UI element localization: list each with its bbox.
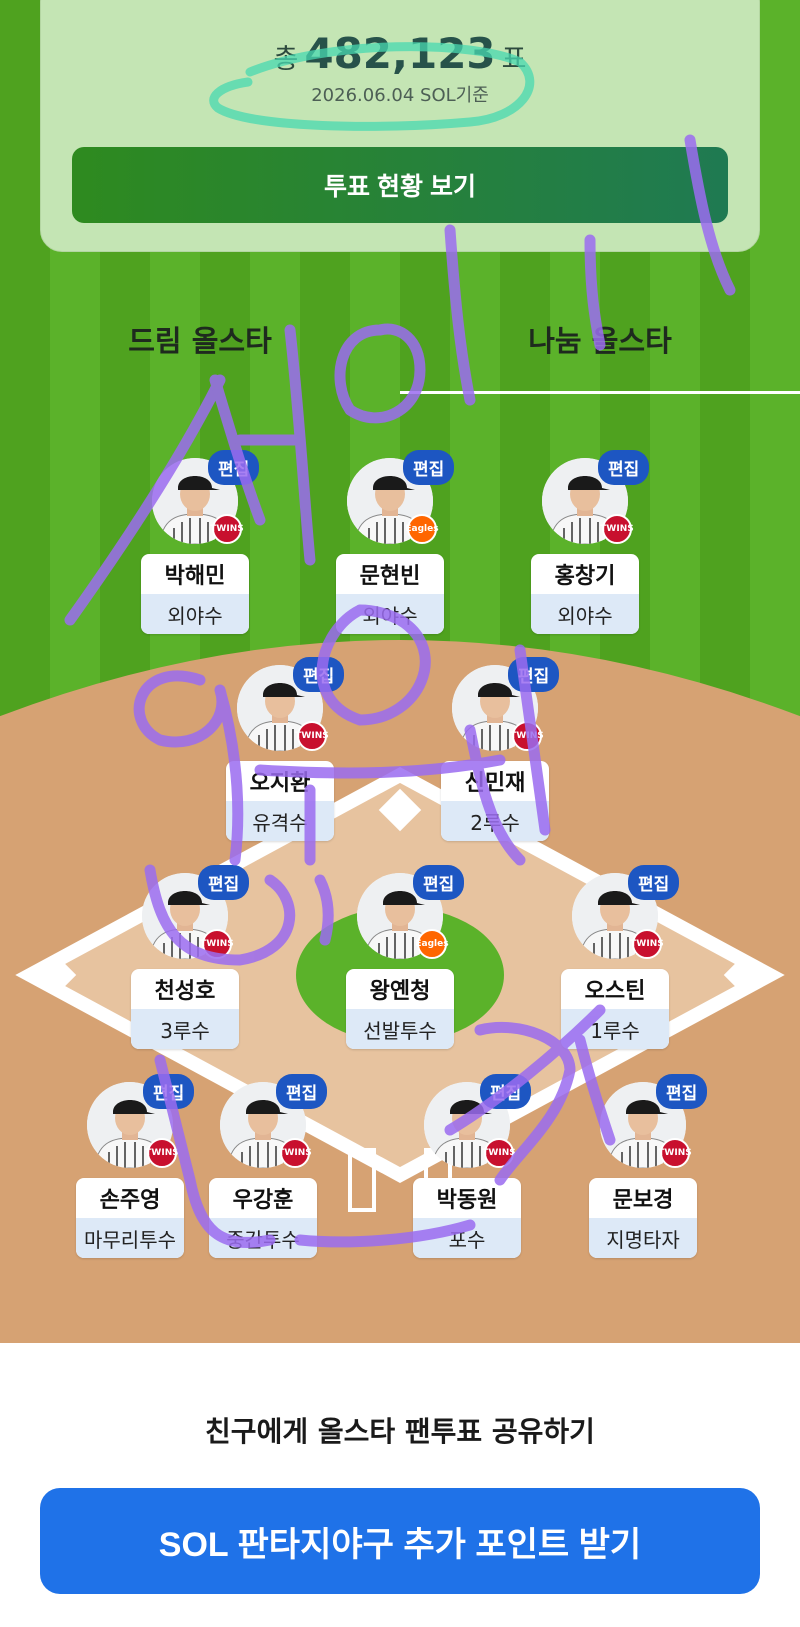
team-logo: TWINS [630,929,664,959]
player-name: 박동원 [436,1188,498,1213]
player-name: 손주영 [99,1188,161,1213]
player-name: 왕옌청 [369,979,431,1004]
edit-button[interactable]: 편집 [403,450,455,485]
player-position: 외야수 [141,594,249,634]
edit-button[interactable]: 편집 [198,865,250,900]
team-logo-text: TWINS [278,1148,312,1158]
team-logo: TWINS [658,1138,692,1168]
share-text[interactable]: 친구에게 올스타 팬투표 공유하기 [0,1410,800,1450]
edit-button[interactable]: 편집 [628,865,680,900]
date-note: 2026.06.04 SOL기준 [311,85,489,106]
tab-nanum-allstar[interactable]: 나눔 올스타 [400,318,800,360]
team-logo-text: Eagles [415,939,449,949]
edit-button[interactable]: 편집 [208,450,260,485]
team-logo: Eagles [405,514,439,544]
team-logo-text: TWINS [510,731,544,741]
player-name: 신민재 [464,771,526,796]
player-label: 천성호 3루수 [131,969,239,1049]
player-name: 천성호 [154,979,216,1004]
team-logo-text: TWINS [658,1148,692,1158]
edit-button[interactable]: 편집 [276,1074,328,1109]
team-logo-text: TWINS [630,939,664,949]
team-logo: Eagles [415,929,449,959]
team-logo-text: TWINS [145,1148,179,1158]
team-logo: TWINS [278,1138,312,1168]
edit-button[interactable]: 편집 [656,1074,708,1109]
team-logo-text: TWINS [482,1148,516,1158]
player-position: 외야수 [336,594,444,634]
team-logo-text: Eagles [405,524,439,534]
tab-selected-indicator [400,391,800,394]
player-label: 손주영마무리투수 [76,1178,184,1258]
stadium-area: 총 482,123 표 2026.06.04 SOL기준 투표 현황 보기 드림 올… [0,0,800,1343]
player-label: 문보경지명타자 [589,1178,697,1258]
team-logo: TWINS [210,514,244,544]
player-label: 신민재 2루수 [441,761,549,841]
player-label: 왕옌청선발투수 [346,969,454,1049]
total-prefix: 총 [273,44,299,75]
edit-button[interactable]: 편집 [508,657,560,692]
team-logo-text: TWINS [600,524,634,534]
total-votes-count: 482,123 [304,29,496,78]
tab-dream-allstar[interactable]: 드림 올스타 [0,318,400,360]
team-logo: TWINS [510,721,544,751]
player-position: 중간투수 [209,1218,317,1258]
total-suffix: 표 [501,44,527,75]
player-name: 우강훈 [232,1188,294,1213]
player-label: 박동원포수 [413,1178,521,1258]
player-label: 우강훈중간투수 [209,1178,317,1258]
player-position: 마무리투수 [76,1218,184,1258]
edit-button[interactable]: 편집 [413,865,465,900]
player-position: 1루수 [561,1009,669,1049]
vote-summary-card: 총 482,123 표 2026.06.04 SOL기준 투표 현황 보기 [40,0,760,252]
team-logo: TWINS [295,721,329,751]
player-name: 오지환 [249,771,311,796]
player-position: 포수 [413,1218,521,1258]
player-label: 문현빈외야수 [336,554,444,634]
team-logo-text: TWINS [200,939,234,949]
team-logo-text: TWINS [295,731,329,741]
total-votes: 총 482,123 표 [41,29,759,78]
vote-status-button[interactable]: 투표 현황 보기 [72,147,728,223]
player-name: 문현빈 [359,564,421,589]
player-position: 유격수 [226,801,334,841]
player-position: 외야수 [531,594,639,634]
player-name: 홍창기 [554,564,616,589]
player-label: 오지환유격수 [226,761,334,841]
player-position: 지명타자 [589,1218,697,1258]
edit-button[interactable]: 편집 [293,657,345,692]
edit-button[interactable]: 편집 [598,450,650,485]
player-label: 박해민외야수 [141,554,249,634]
player-position: 2루수 [441,801,549,841]
edit-button[interactable]: 편집 [480,1074,532,1109]
player-label: 홍창기외야수 [531,554,639,634]
player-position: 3루수 [131,1009,239,1049]
team-logo: TWINS [200,929,234,959]
team-logo: TWINS [600,514,634,544]
team-logo: TWINS [482,1138,516,1168]
player-name: 박해민 [164,564,226,589]
player-name: 문보경 [612,1188,674,1213]
sol-points-button[interactable]: SOL 판타지야구 추가 포인트 받기 [40,1488,760,1594]
player-label: 오스틴 1루수 [561,969,669,1049]
edit-button[interactable]: 편집 [143,1074,195,1109]
team-logo-text: TWINS [210,524,244,534]
team-logo: TWINS [145,1138,179,1168]
player-name: 오스틴 [584,979,646,1004]
player-position: 선발투수 [346,1009,454,1049]
